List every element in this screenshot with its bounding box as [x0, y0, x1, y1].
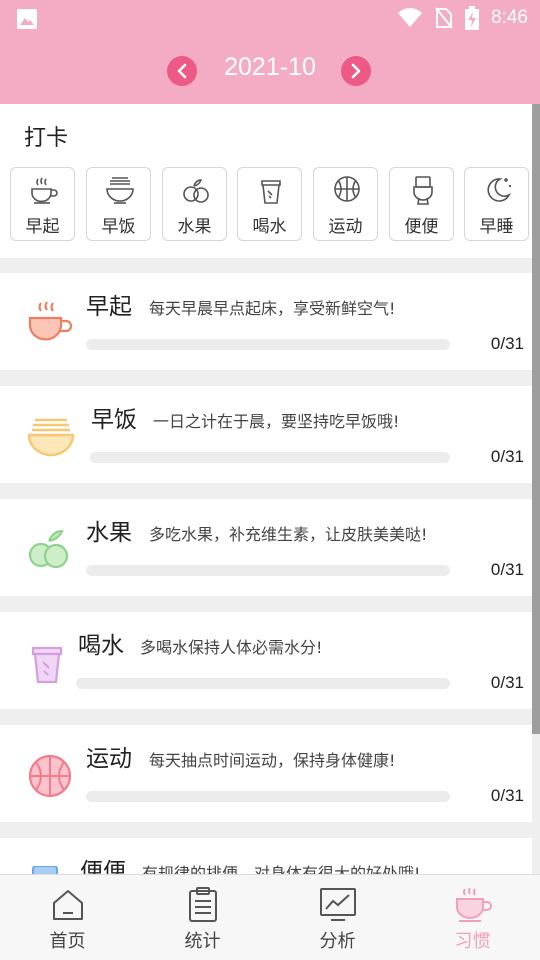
tab-label: 首页: [49, 931, 86, 952]
habit-count: 0/31: [490, 673, 524, 692]
chip-label: 水果: [177, 217, 212, 237]
moon-icon: [487, 178, 511, 202]
habit-count: 0/31: [490, 447, 524, 466]
wifi-icon: [398, 8, 423, 27]
chip-label: 喝水: [252, 217, 287, 237]
checkin-chip-breakfast[interactable]: 早饭: [86, 167, 151, 241]
chip-label: 早起: [25, 217, 60, 237]
checkin-title: 打卡: [24, 126, 69, 151]
chip-label: 运动: [328, 217, 363, 237]
next-month-button[interactable]: [341, 56, 371, 86]
coffee-cup-icon: [28, 301, 73, 341]
fruit-icon: [28, 529, 69, 569]
basketball-icon: [28, 754, 72, 798]
app-header: 8:46 2021-10: [0, 0, 540, 104]
habit-progress-bar: [86, 791, 450, 802]
habit-progress-bar: [86, 565, 450, 576]
bottom-tab-bar: 首页 统计 分析 习惯: [0, 874, 540, 960]
toilet-icon: [413, 176, 433, 205]
habit-name: 运动: [86, 746, 132, 772]
habit-description: 多喝水保持人体必需水分!: [140, 638, 323, 657]
noodle-bowl-icon: [106, 177, 134, 204]
habit-name: 早起: [86, 294, 132, 320]
basketball-icon: [334, 176, 360, 202]
tab-label: 统计: [184, 931, 221, 952]
habit-card-exercise[interactable]: 运动 每天抽点时间运动，保持身体健康! 0/31: [0, 725, 532, 822]
image-notification-icon: [17, 9, 37, 29]
clipboard-icon: [188, 887, 217, 922]
previous-month-button[interactable]: [167, 56, 197, 86]
chart-monitor-icon: [319, 888, 356, 921]
habit-name: 喝水: [78, 633, 124, 659]
tab-home[interactable]: 首页: [0, 875, 135, 960]
tab-label: 习惯: [454, 931, 491, 952]
habit-description: 多吃水果，补充维生素，让皮肤美美哒!: [149, 525, 428, 544]
battery-charging-icon: [465, 6, 480, 30]
habit-count: 0/31: [490, 786, 524, 805]
checkin-panel: 打卡 早起 早饭 水果 喝水 运动 便便 早睡: [0, 104, 532, 258]
tab-statistics[interactable]: 统计: [135, 875, 270, 960]
status-time: 8:46: [491, 7, 528, 28]
current-month: 2021-10: [224, 53, 316, 81]
coffee-cup-icon: [455, 887, 492, 922]
habit-card-breakfast[interactable]: 早饭 一日之计在于晨，要坚持吃早饭哦! 0/31: [0, 386, 532, 483]
drink-cup-icon: [31, 646, 63, 684]
checkin-chip-fruit[interactable]: 水果: [162, 167, 227, 241]
chip-label: 早睡: [479, 217, 514, 237]
checkin-chip-early-sleep[interactable]: 早睡: [464, 167, 529, 241]
tab-habits[interactable]: 习惯: [405, 875, 540, 960]
month-navigator: 2021-10: [0, 50, 540, 90]
tab-analysis[interactable]: 分析: [270, 875, 405, 960]
checkin-chip-early-rise[interactable]: 早起: [10, 167, 75, 241]
habit-description: 每天抽点时间运动，保持身体健康!: [149, 751, 396, 770]
coffee-cup-icon: [31, 177, 58, 204]
habit-progress-bar: [76, 678, 450, 689]
habit-card-fruit[interactable]: 水果 多吃水果，补充维生素，让皮肤美美哒! 0/31: [0, 499, 532, 596]
checkin-chip-water[interactable]: 喝水: [237, 167, 302, 241]
habit-description: 一日之计在于晨，要坚持吃早饭哦!: [153, 412, 400, 431]
no-sim-icon: [435, 7, 453, 29]
drink-cup-icon: [261, 180, 281, 204]
fruit-icon: [183, 179, 209, 203]
habit-name: 水果: [86, 520, 132, 546]
status-bar: 8:46: [0, 0, 540, 38]
habit-description: 每天早晨早点起床，享受新鲜空气!: [149, 299, 396, 318]
habit-progress-bar: [90, 452, 450, 463]
habit-progress-bar: [86, 339, 450, 350]
habit-name: 早饭: [91, 407, 137, 433]
checkin-chip-exercise[interactable]: 运动: [313, 167, 378, 241]
noodle-bowl-icon: [27, 418, 75, 457]
scrollbar[interactable]: [532, 104, 540, 734]
chevron-right-icon: [351, 63, 361, 79]
chevron-left-icon: [177, 63, 187, 79]
chip-label: 早饭: [101, 217, 136, 237]
chip-label: 便便: [404, 217, 439, 237]
habit-card-water[interactable]: 喝水 多喝水保持人体必需水分! 0/31: [0, 612, 532, 709]
checkin-chip-poop[interactable]: 便便: [389, 167, 454, 241]
habit-count: 0/31: [490, 334, 524, 353]
habit-card-early-rise[interactable]: 早起 每天早晨早点起床，享受新鲜空气! 0/31: [0, 273, 532, 370]
tab-label: 分析: [319, 931, 356, 952]
home-icon: [52, 890, 83, 920]
habit-count: 0/31: [490, 560, 524, 579]
